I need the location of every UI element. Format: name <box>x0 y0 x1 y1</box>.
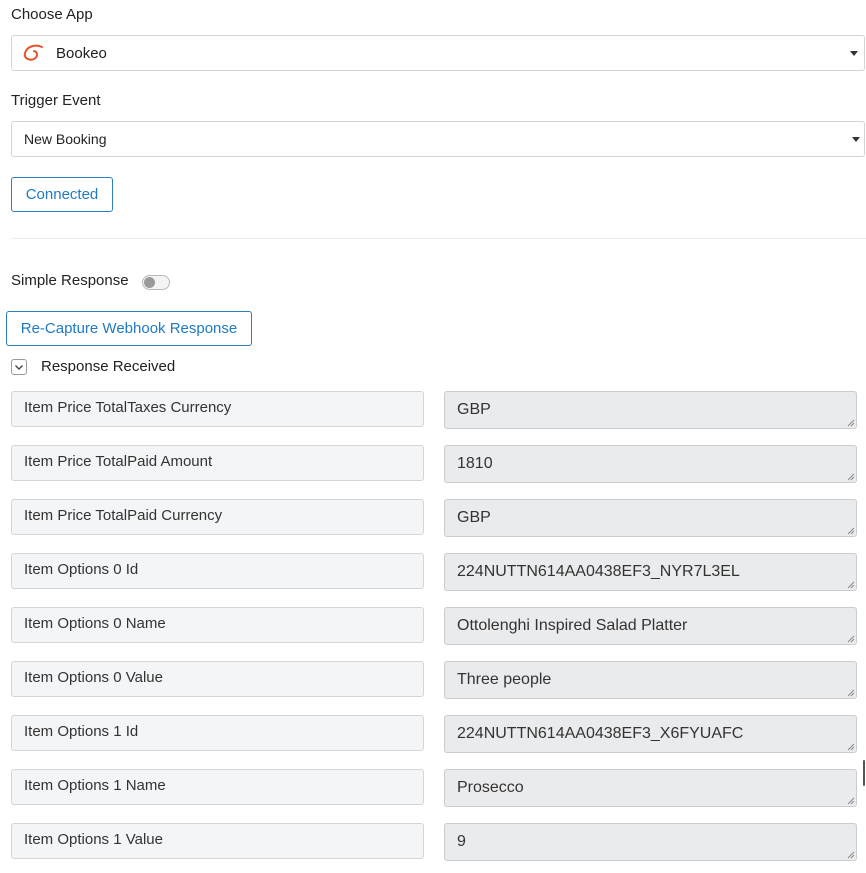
response-field-value[interactable]: GBP <box>444 499 857 537</box>
response-field-value[interactable]: Prosecco <box>444 769 857 807</box>
resize-handle-icon[interactable] <box>847 581 855 589</box>
response-field-value[interactable]: 224NUTTN614AA0438EF3_X6FYUAFC <box>444 715 857 753</box>
chevron-down-icon <box>852 137 860 142</box>
chevron-down-icon <box>14 358 24 376</box>
response-field-key: Item Options 0 Name <box>11 607 424 643</box>
response-field-key: Item Price TotalPaid Amount <box>11 445 424 481</box>
response-field-key: Item Price TotalPaid Currency <box>11 499 424 535</box>
response-field-key: Item Options 1 Name <box>11 769 424 805</box>
chevron-down-icon <box>850 51 858 56</box>
resize-handle-icon[interactable] <box>847 851 855 859</box>
field-key-text: Item Options 0 Name <box>24 615 166 632</box>
resize-handle-icon[interactable] <box>847 797 855 805</box>
field-value-text: Ottolenghi Inspired Salad Platter <box>457 617 688 634</box>
response-field-value[interactable]: 1810 <box>444 445 857 483</box>
resize-handle-icon[interactable] <box>847 635 855 643</box>
response-field-value[interactable]: 224NUTTN614AA0438EF3_NYR7L3EL <box>444 553 857 591</box>
response-field-key: Item Options 0 Id <box>11 553 424 589</box>
integration-setup-panel: Choose App Bookeo Trigger Event New Book… <box>0 0 866 873</box>
response-field-key: Item Price TotalTaxes Currency <box>11 391 424 427</box>
field-value-text: 9 <box>457 833 466 850</box>
connected-button[interactable]: Connected <box>11 177 113 212</box>
field-value-text: 224NUTTN614AA0438EF3_NYR7L3EL <box>457 563 740 580</box>
simple-response-toggle[interactable] <box>142 275 170 290</box>
response-field-value[interactable]: GBP <box>444 391 857 429</box>
trigger-event-value: New Booking <box>24 131 107 147</box>
choose-app-select[interactable]: Bookeo <box>11 35 865 71</box>
field-value-text: Three people <box>457 671 552 688</box>
response-field-value[interactable]: Ottolenghi Inspired Salad Platter <box>444 607 857 645</box>
field-key-text: Item Price TotalPaid Currency <box>24 507 223 524</box>
resize-handle-icon[interactable] <box>847 419 855 427</box>
field-value-text: 1810 <box>457 455 493 472</box>
section-divider <box>11 238 866 239</box>
resize-handle-icon[interactable] <box>847 689 855 697</box>
toggle-knob <box>144 277 155 288</box>
response-received-toggle[interactable] <box>11 359 27 375</box>
field-key-text: Item Price TotalPaid Amount <box>24 453 213 470</box>
field-value-text: Prosecco <box>457 779 524 796</box>
response-field-key: Item Options 1 Value <box>11 823 424 859</box>
bookeo-logo-icon <box>22 43 46 63</box>
field-key-text: Item Options 1 Id <box>24 723 139 740</box>
response-field-value[interactable]: Three people <box>444 661 857 699</box>
field-key-text: Item Price TotalTaxes Currency <box>24 399 232 416</box>
choose-app-label: Choose App <box>11 6 93 23</box>
resize-handle-icon[interactable] <box>847 527 855 535</box>
field-value-text: GBP <box>457 401 491 418</box>
response-received-label: Response Received <box>41 358 176 375</box>
response-field-key: Item Options 0 Value <box>11 661 424 697</box>
trigger-event-select[interactable]: New Booking <box>11 121 865 157</box>
trigger-event-label: Trigger Event <box>11 92 101 109</box>
field-key-text: Item Options 0 Id <box>24 561 139 578</box>
choose-app-value: Bookeo <box>56 44 107 62</box>
field-key-text: Item Options 1 Name <box>24 777 166 794</box>
field-key-text: Item Options 1 Value <box>24 831 163 848</box>
response-field-value[interactable]: 9 <box>444 823 857 861</box>
resize-handle-icon[interactable] <box>847 743 855 751</box>
recapture-webhook-button[interactable]: Re-Capture Webhook Response <box>6 311 252 346</box>
scrollbar[interactable] <box>863 760 865 786</box>
resize-handle-icon[interactable] <box>847 473 855 481</box>
field-value-text: GBP <box>457 509 491 526</box>
field-key-text: Item Options 0 Value <box>24 669 163 686</box>
simple-response-label: Simple Response <box>11 272 129 289</box>
field-value-text: 224NUTTN614AA0438EF3_X6FYUAFC <box>457 725 744 742</box>
response-field-key: Item Options 1 Id <box>11 715 424 751</box>
